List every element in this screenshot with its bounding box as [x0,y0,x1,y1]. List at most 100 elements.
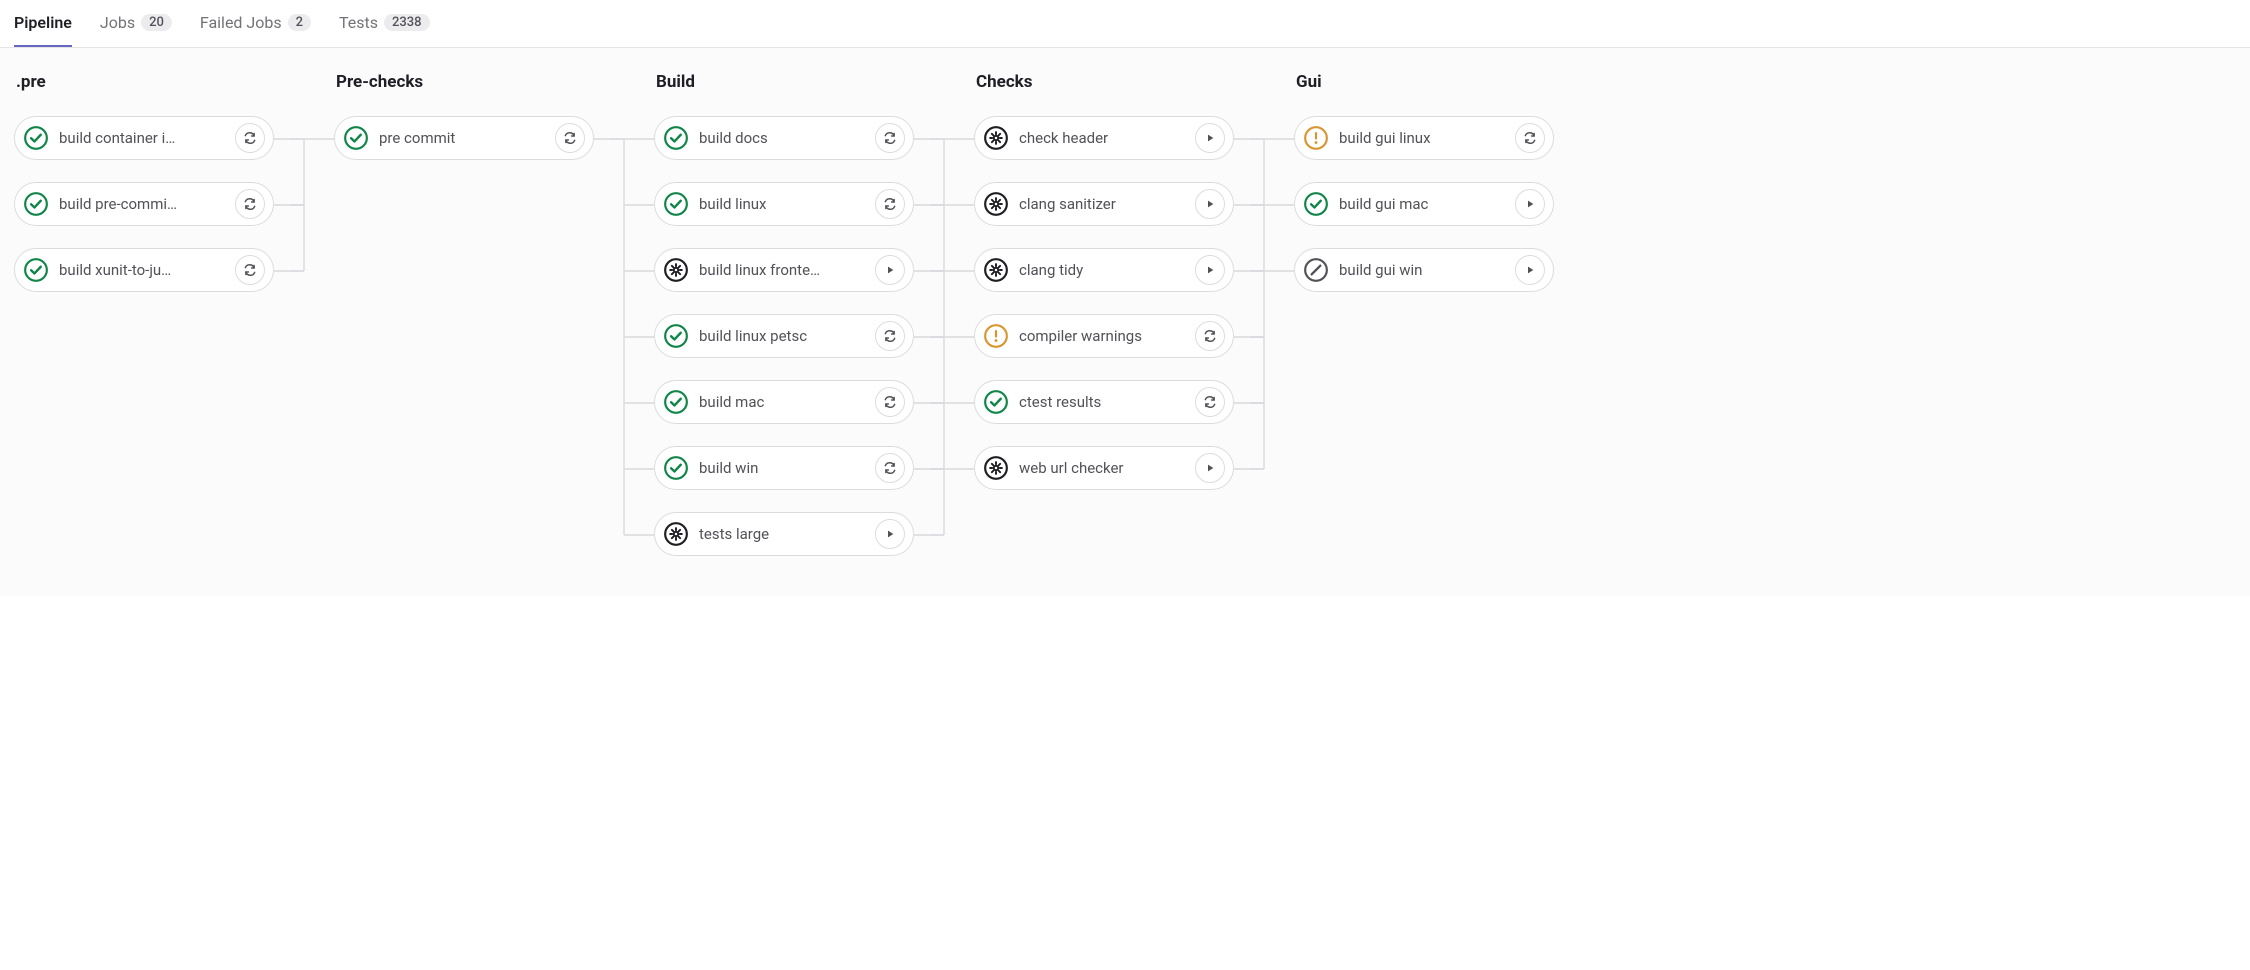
stage-jobs: check header clang sanitizer clang tidy com… [974,116,1234,490]
tab-count-badge: 2338 [384,14,430,31]
play-icon[interactable] [1195,255,1225,285]
job-pill[interactable]: build win [654,446,914,490]
retry-icon[interactable] [555,123,585,153]
status-warning-icon [983,323,1009,349]
job-label: tests large [699,525,869,543]
retry-icon[interactable] [235,255,265,285]
play-icon[interactable] [875,519,905,549]
play-icon[interactable] [875,255,905,285]
job-label: ctest results [1019,393,1189,411]
job-label: build linux [699,195,869,213]
play-icon[interactable] [1515,189,1545,219]
job-pill[interactable]: build container i… [14,116,274,160]
job-label: build gui win [1339,261,1509,279]
job-label: pre commit [379,129,549,147]
job-label: build container i… [59,129,229,147]
job-pill[interactable]: build gui mac [1294,182,1554,226]
tab-pipeline[interactable]: Pipeline [14,0,72,47]
retry-icon[interactable] [1195,321,1225,351]
status-success-icon [23,257,49,283]
status-success-icon [663,389,689,415]
job-label: web url checker [1019,459,1189,477]
job-pill[interactable]: clang sanitizer [974,182,1234,226]
job-pill[interactable]: build gui win [1294,248,1554,292]
retry-icon[interactable] [875,123,905,153]
job-pill[interactable]: build mac [654,380,914,424]
retry-icon[interactable] [235,123,265,153]
job-pill[interactable]: clang tidy [974,248,1234,292]
retry-icon[interactable] [875,387,905,417]
job-label: build win [699,459,869,477]
job-pill[interactable]: build xunit-to-ju… [14,248,274,292]
status-success-icon [663,191,689,217]
tab-count-badge: 20 [141,14,172,31]
stage-jobs: build container i… build pre-commi… build … [14,116,274,292]
pipeline-graph: .prebuild container i…build pre-commi…bu… [0,48,2250,596]
stage-column: Guibuild gui linuxbuild gui macbuild gui… [1294,72,1554,556]
job-pill[interactable]: build linux [654,182,914,226]
stage-jobs: build docs build linux build linux fronte…… [654,116,914,556]
stage-jobs: build gui linux build gui mac build gui wi… [1294,116,1554,292]
retry-icon[interactable] [1515,123,1545,153]
status-manual-icon [663,521,689,547]
job-pill[interactable]: build docs [654,116,914,160]
status-success-icon [983,389,1009,415]
job-label: build linux fronte… [699,261,869,279]
stage-column: Build build docs build linux build linux fr… [654,72,914,556]
job-pill[interactable]: check header [974,116,1234,160]
stage-column: Checks check header clang sanitizer clang t… [974,72,1234,556]
stage-column: Pre-checks pre commit [334,72,594,556]
job-pill[interactable]: build linux petsc [654,314,914,358]
stage-title: Gui [1294,72,1554,92]
status-manual-icon [983,257,1009,283]
job-label: clang tidy [1019,261,1189,279]
status-success-icon [663,323,689,349]
status-success-icon [663,125,689,151]
job-pill[interactable]: compiler warnings [974,314,1234,358]
tab-jobs[interactable]: Jobs 20 [100,0,172,47]
tab-tests[interactable]: Tests 2338 [339,0,430,47]
stage-title: Pre-checks [334,72,594,92]
job-pill[interactable]: tests large [654,512,914,556]
tab-label: Tests [339,13,378,32]
job-label: build pre-commi… [59,195,229,213]
status-success-icon [23,191,49,217]
job-label: build gui linux [1339,129,1509,147]
job-label: build linux petsc [699,327,869,345]
play-icon[interactable] [1515,255,1545,285]
job-label: build xunit-to-ju… [59,261,229,279]
status-success-icon [663,455,689,481]
play-icon[interactable] [1195,123,1225,153]
status-manual-icon [983,455,1009,481]
job-label: build gui mac [1339,195,1509,213]
stage-title: Checks [974,72,1234,92]
retry-icon[interactable] [875,321,905,351]
play-icon[interactable] [1195,453,1225,483]
retry-icon[interactable] [235,189,265,219]
job-pill[interactable]: pre commit [334,116,594,160]
play-icon[interactable] [1195,189,1225,219]
status-manual-icon [983,125,1009,151]
retry-icon[interactable] [1195,387,1225,417]
tab-label: Failed Jobs [200,13,282,32]
retry-icon[interactable] [875,189,905,219]
status-success-icon [23,125,49,151]
job-pill[interactable]: build gui linux [1294,116,1554,160]
tab-failed-jobs[interactable]: Failed Jobs 2 [200,0,311,47]
status-success-icon [1303,191,1329,217]
job-pill[interactable]: ctest results [974,380,1234,424]
stage-title: Build [654,72,914,92]
tab-count-badge: 2 [288,14,311,31]
status-manual-icon [983,191,1009,217]
job-label: build docs [699,129,869,147]
tab-label: Jobs [100,13,135,32]
job-pill[interactable]: build pre-commi… [14,182,274,226]
retry-icon[interactable] [875,453,905,483]
job-pill[interactable]: build linux fronte… [654,248,914,292]
stage-jobs: pre commit [334,116,594,160]
status-success-icon [343,125,369,151]
job-label: clang sanitizer [1019,195,1189,213]
job-label: compiler warnings [1019,327,1189,345]
job-pill[interactable]: web url checker [974,446,1234,490]
status-skipped-icon [1303,257,1329,283]
